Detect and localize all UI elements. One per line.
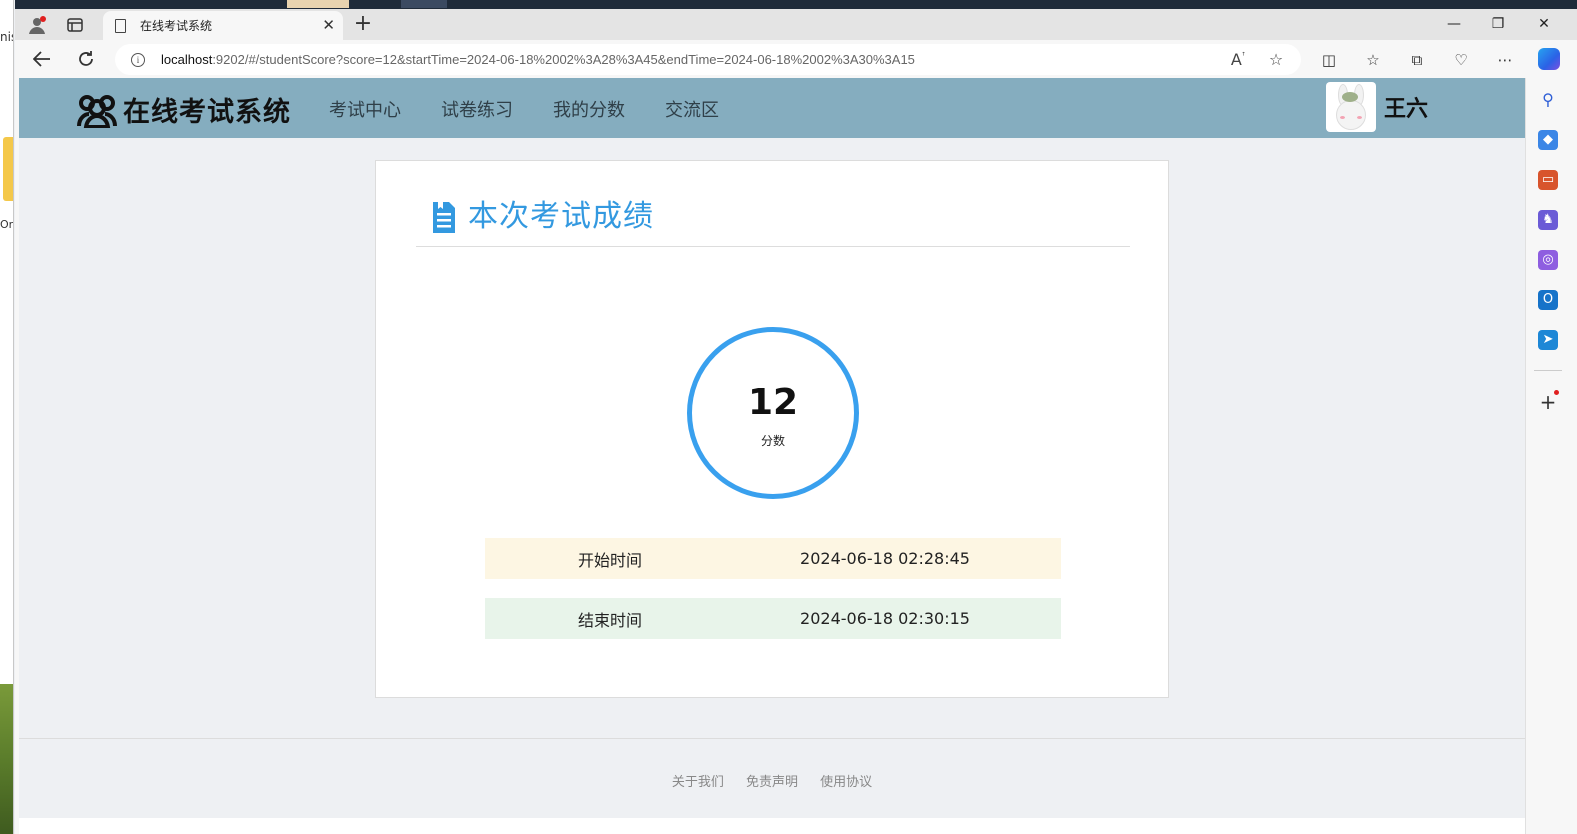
profile-icon[interactable] bbox=[23, 13, 51, 37]
tab-actions-icon[interactable] bbox=[61, 13, 89, 37]
footer-links: 关于我们 免责声明 使用协议 bbox=[19, 771, 1525, 790]
site-logo[interactable]: 在线考试系统 bbox=[77, 90, 291, 129]
users-group-icon bbox=[77, 92, 117, 129]
site-title: 在线考试系统 bbox=[123, 97, 291, 128]
url-field[interactable]: i localhost:9202/#/studentScore?score=12… bbox=[115, 44, 1301, 75]
close-window-icon[interactable]: ✕ bbox=[1529, 12, 1559, 36]
restore-icon[interactable]: ❐ bbox=[1483, 12, 1513, 36]
office-icon[interactable]: ◎ bbox=[1538, 250, 1558, 270]
nav-exam-center[interactable]: 考试中心 bbox=[329, 96, 401, 122]
read-aloud-icon[interactable]: Aꜛ bbox=[1225, 50, 1251, 69]
end-time-label: 结束时间 bbox=[577, 610, 642, 630]
page-title: 本次考试成绩 bbox=[468, 199, 654, 234]
desktop-text: Or bbox=[0, 218, 14, 231]
tools-icon[interactable]: ▭ bbox=[1538, 170, 1558, 190]
browser-essentials-icon[interactable]: ♡ bbox=[1449, 50, 1473, 70]
tab-active[interactable]: 在线考试系统 ✕ bbox=[103, 11, 343, 40]
back-icon[interactable] bbox=[27, 46, 57, 72]
nav-forum[interactable]: 交流区 bbox=[665, 96, 719, 122]
split-screen-icon[interactable]: ◫ bbox=[1317, 50, 1341, 70]
browser-sidebar: ⚲ ◆ ▭ ♞ ◎ O ➤ + bbox=[1525, 78, 1577, 834]
send-icon[interactable]: ➤ bbox=[1538, 330, 1558, 350]
score-card: 本次考试成绩 12 分数 开始时间 2024-06-18 02:28:45 结束… bbox=[375, 160, 1169, 698]
games-icon[interactable]: ♞ bbox=[1538, 210, 1558, 230]
url-text: localhost:9202/#/studentScore?score=12&s… bbox=[161, 52, 915, 67]
user-menu[interactable]: 王六 bbox=[1326, 82, 1428, 132]
avatar[interactable] bbox=[1326, 82, 1376, 132]
favorite-star-icon[interactable]: ☆ bbox=[1263, 50, 1289, 69]
taskbar-strip bbox=[15, 0, 1577, 9]
tab-bar: 在线考试系统 ✕ + — ❐ ✕ bbox=[15, 9, 1577, 40]
desktop-background-window: nis Or bbox=[0, 0, 14, 834]
start-time-value: 2024-06-18 02:28:45 bbox=[800, 549, 970, 568]
site-header: 在线考试系统 考试中心 试卷练习 我的分数 交流区 王六 bbox=[19, 78, 1525, 138]
document-icon bbox=[432, 201, 456, 234]
tab-title: 在线考试系统 bbox=[140, 19, 213, 33]
shopping-tag-icon[interactable]: ◆ bbox=[1538, 130, 1558, 150]
footer-link-disclaimer[interactable]: 免责声明 bbox=[746, 775, 798, 790]
end-time-value: 2024-06-18 02:30:15 bbox=[800, 609, 970, 628]
collections-icon[interactable]: ⧉ bbox=[1405, 50, 1429, 70]
end-time-row: 结束时间 2024-06-18 02:30:15 bbox=[485, 598, 1061, 639]
desktop-text: nis bbox=[0, 30, 13, 44]
nav-my-scores[interactable]: 我的分数 bbox=[553, 96, 625, 122]
address-bar-row: i localhost:9202/#/studentScore?score=12… bbox=[15, 40, 1577, 78]
more-menu-icon[interactable]: ⋯ bbox=[1493, 50, 1517, 70]
favorites-icon[interactable]: ☆ bbox=[1361, 50, 1385, 70]
footer-link-terms[interactable]: 使用协议 bbox=[820, 775, 872, 790]
page-icon bbox=[115, 18, 126, 33]
score-value: 12 bbox=[747, 382, 799, 423]
copilot-icon[interactable] bbox=[1538, 48, 1560, 70]
nav-paper-practice[interactable]: 试卷练习 bbox=[441, 96, 513, 122]
refresh-icon[interactable] bbox=[71, 46, 101, 72]
page-viewport: 在线考试系统 考试中心 试卷练习 我的分数 交流区 王六 本次考试成绩 12 分… bbox=[19, 78, 1525, 834]
outlook-icon[interactable]: O bbox=[1538, 290, 1558, 310]
search-icon[interactable]: ⚲ bbox=[1538, 90, 1558, 110]
score-circle: 12 分数 bbox=[687, 327, 859, 499]
footer-link-about[interactable]: 关于我们 bbox=[672, 775, 724, 790]
start-time-row: 开始时间 2024-06-18 02:28:45 bbox=[485, 538, 1061, 579]
card-header: 本次考试成绩 bbox=[416, 197, 1130, 247]
close-tab-icon[interactable]: ✕ bbox=[322, 16, 335, 34]
minimize-icon[interactable]: — bbox=[1439, 12, 1469, 36]
site-info-icon[interactable]: i bbox=[131, 52, 145, 67]
main-nav: 考试中心 试卷练习 我的分数 交流区 bbox=[329, 96, 759, 122]
folder-icon bbox=[3, 137, 13, 201]
user-name[interactable]: 王六 bbox=[1384, 91, 1428, 123]
browser-window: 在线考试系统 ✕ + — ❐ ✕ i localhost:9202/#/stud… bbox=[15, 0, 1577, 834]
score-label: 分数 bbox=[760, 434, 785, 448]
new-tab-button[interactable]: + bbox=[349, 12, 377, 36]
start-time-label: 开始时间 bbox=[577, 550, 642, 570]
desktop-photo bbox=[0, 684, 13, 834]
